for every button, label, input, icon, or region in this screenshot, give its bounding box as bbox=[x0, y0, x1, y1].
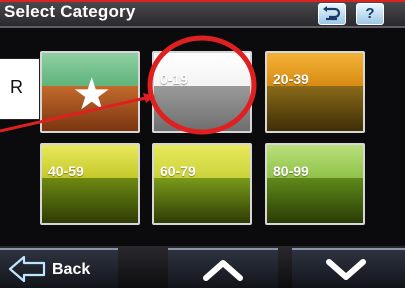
annotation-arrow-line bbox=[0, 95, 151, 133]
annotation-overlay bbox=[0, 35, 257, 135]
annotation-highlight-circle bbox=[147, 35, 257, 135]
